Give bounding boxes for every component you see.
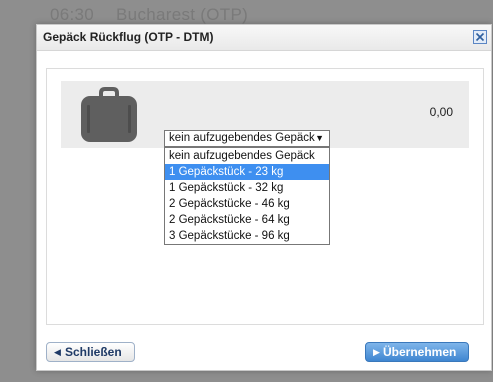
luggage-option[interactable]: kein aufzugebendes Gepäck (165, 148, 329, 164)
chevron-right-icon: ▶ (373, 347, 380, 357)
luggage-select[interactable]: kein aufzugebendes Gepäck ▼ (164, 130, 330, 147)
suitcase-icon (79, 83, 139, 143)
luggage-option[interactable]: 2 Gepäckstücke - 46 kg (165, 196, 329, 212)
dialog-content: 0,00 kein aufzugebendes Gepäck ▼ kein au… (46, 68, 484, 325)
luggage-select-value: kein aufzugebendes Gepäck (169, 132, 315, 144)
close-button-label: Schließen (65, 345, 122, 359)
background-route: Bucharest (OTP) (116, 5, 249, 24)
background-flight-info: 06:30 Bucharest (OTP) (50, 5, 248, 25)
luggage-option[interactable]: 2 Gepäckstücke - 64 kg (165, 212, 329, 228)
luggage-option[interactable]: 3 Gepäckstücke - 96 kg (165, 228, 329, 244)
luggage-price: 0,00 (429, 105, 453, 119)
apply-button-label: Übernehmen (383, 345, 457, 359)
dialog-title: Gepäck Rückflug (OTP - DTM) (43, 30, 214, 44)
dialog-header: Gepäck Rückflug (OTP - DTM) (37, 25, 491, 51)
close-icon[interactable] (473, 30, 487, 44)
chevron-left-icon: ◀ (54, 347, 61, 357)
background-time: 06:30 (50, 5, 95, 24)
luggage-option[interactable]: 1 Gepäckstück - 32 kg (165, 180, 329, 196)
baggage-dialog: Gepäck Rückflug (OTP - DTM) 0,00 kein au… (36, 24, 492, 371)
close-button[interactable]: ◀ Schließen (46, 342, 135, 362)
luggage-dropdown: kein aufzugebendes Gepäck 1 Gepäckstück … (164, 147, 330, 245)
apply-button[interactable]: ▶ Übernehmen (365, 342, 469, 362)
chevron-down-icon: ▼ (315, 133, 324, 143)
luggage-option-highlighted[interactable]: 1 Gepäckstück - 23 kg (165, 164, 329, 180)
